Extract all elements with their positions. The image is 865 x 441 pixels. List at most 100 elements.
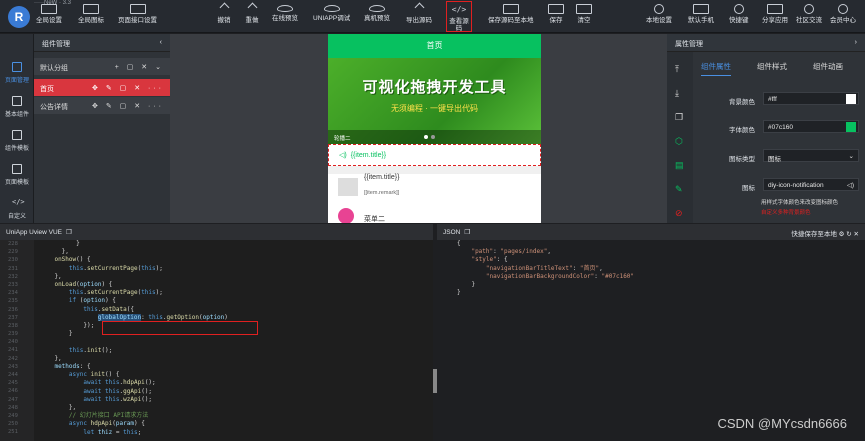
toolbar-page-api[interactable]: 页面接口设置 <box>118 2 157 25</box>
line-number: 242 <box>8 355 18 362</box>
line-number: 250 <box>8 421 18 428</box>
move-bottom-icon[interactable]: ⤓ <box>675 88 679 99</box>
component-icon[interactable]: ⬡ <box>675 136 683 147</box>
toolbar-global-icons[interactable]: 全局图标 <box>78 2 104 25</box>
speaker-icon: ◁) <box>339 152 347 159</box>
collapse-icon[interactable]: ‹ <box>160 39 162 46</box>
rail-custom[interactable]: </> 自定义 <box>0 198 34 220</box>
rail-basic-components[interactable]: 基本组件 <box>0 96 34 118</box>
swiper-dot <box>424 135 428 139</box>
edit-icon[interactable]: ✎ <box>675 184 683 195</box>
json-content[interactable]: { "path": "pages/index", "style": { "nav… <box>457 240 857 297</box>
copy-icon[interactable]: ❐ <box>675 112 683 123</box>
rail-page-management[interactable]: 页面管理 <box>0 62 34 84</box>
line-number: 229 <box>8 249 18 256</box>
document-icon[interactable]: ▤ <box>675 160 684 171</box>
trash-icon <box>576 4 592 14</box>
api-icon <box>129 4 146 14</box>
icon-input[interactable]: diy-icon-notification ◁) <box>763 178 859 191</box>
tab-component-animation[interactable]: 组件动画 <box>813 61 843 72</box>
template-icon <box>12 130 22 140</box>
color-swatch[interactable] <box>846 94 856 104</box>
property-panel-title: 属性管理 › <box>667 34 865 52</box>
toolbar-save[interactable]: 保存 <box>548 2 564 25</box>
tab-component-style[interactable]: 组件样式 <box>757 61 787 72</box>
toolbar-uniapp-debug[interactable]: UNIAPP调试 <box>313 2 350 23</box>
code-content[interactable]: } }, onShow() { this.setCurrentPage(this… <box>40 240 430 437</box>
phone-title-bar: 首页 <box>328 34 541 58</box>
line-number: 231 <box>8 265 18 272</box>
component-panel: 组件管理 ‹ 默认分组 + ▢ ✕ ⌄ 首页 ✥ ✎ ▢ ✕ ··· 公告详情 ✥ ✎ … <box>34 34 170 223</box>
delete-icon[interactable]: ⊘ <box>675 208 683 219</box>
font-color-input[interactable]: #07c160 <box>763 120 859 133</box>
toolbar-redo[interactable]: 重做 <box>244 2 260 25</box>
line-number: 245 <box>8 380 18 387</box>
toolbar-global-settings[interactable]: 全局设置 <box>36 2 62 25</box>
rail-page-templates[interactable]: 页面模板 <box>0 164 34 186</box>
speaker-icon: ◁) <box>846 182 854 189</box>
toolbar-save-local[interactable]: 保存源码至本地 <box>488 2 534 25</box>
gear-icon[interactable]: ⚙ <box>839 231 845 238</box>
highlight-box <box>102 321 258 335</box>
tab-component-props[interactable]: 组件属性 <box>701 61 731 76</box>
toolbar-view-source[interactable]: </> 查看源码 <box>446 1 472 32</box>
page-item-home[interactable]: 首页 ✥ ✎ ▢ ✕ ··· <box>34 79 170 96</box>
image-icon <box>83 4 99 14</box>
notice-bar[interactable]: ◁) {{item.title}} <box>328 144 541 166</box>
toolbar-shortcuts[interactable]: 快捷键 <box>729 2 749 25</box>
move-top-icon[interactable]: ⤒ <box>675 64 679 75</box>
line-number: 249 <box>8 412 18 419</box>
prop-label-icon-type: 图标类型 <box>729 156 755 163</box>
json-actions: 快捷保存至本地 ⚙ ↻ ✕ <box>791 228 859 238</box>
line-number: 248 <box>8 404 18 411</box>
banner-title: 可视化拖拽开发工具 <box>362 79 507 96</box>
group-row[interactable]: 默认分组 + ▢ ✕ ⌄ <box>34 58 170 75</box>
save-icon <box>548 4 564 14</box>
component-icon <box>12 96 22 106</box>
page-actions-icons[interactable]: ✥ ✎ ▢ ✕ ··· <box>92 102 164 110</box>
toolbar-community[interactable]: 社区交流 <box>796 2 822 25</box>
prop-label-bg-color: 背景颜色 <box>729 99 755 106</box>
copy-icon[interactable]: ❐ <box>464 229 470 236</box>
toolbar-clear[interactable]: 清空 <box>576 2 592 25</box>
toolbar-default-phone[interactable]: 默认手机 <box>688 2 714 25</box>
toolbar-member-center[interactable]: 会员中心 <box>830 2 856 25</box>
toolbar-online-preview[interactable]: 在线预览 <box>272 2 298 23</box>
swiper-banner[interactable]: 可视化拖拽开发工具 无须编程 · 一键导出代码 轮播二 <box>328 58 541 144</box>
toolbar-local-settings[interactable]: 本地设置 <box>646 2 672 25</box>
code-editor[interactable]: UniApp Uview VUE ❐ 228 229 230 231 232 233 234 2… <box>0 224 437 441</box>
save-icon <box>502 4 519 14</box>
rail-component-templates[interactable]: 组件模板 <box>0 130 34 152</box>
undo-icon <box>216 4 232 14</box>
bg-color-input[interactable]: #fff <box>763 92 859 105</box>
page-item-notice[interactable]: 公告详情 ✥ ✎ ▢ ✕ ··· <box>34 97 170 114</box>
refresh-icon[interactable]: ↻ <box>846 231 851 238</box>
color-swatch[interactable] <box>846 122 856 132</box>
save-local-button[interactable]: 快捷保存至本地 <box>791 231 837 238</box>
collapse-icon[interactable]: › <box>855 39 857 46</box>
line-number: 234 <box>8 290 18 297</box>
toolbar-share-app[interactable]: 分享应用 <box>762 2 788 25</box>
editor-header: UniApp Uview VUE ❐ <box>0 224 433 240</box>
toolbar-export-source[interactable]: 导出源码 <box>406 2 432 25</box>
page-icon <box>12 62 22 72</box>
gear-icon <box>654 4 664 14</box>
group-actions-icons[interactable]: + ▢ ✕ ⌄ <box>115 63 164 71</box>
line-number: 251 <box>8 429 18 436</box>
line-number: 239 <box>8 331 18 338</box>
line-number: 228 <box>8 241 18 247</box>
user-icon <box>838 4 848 14</box>
copy-icon[interactable]: ❐ <box>66 229 72 236</box>
json-panel[interactable]: JSON ❐ 快捷保存至本地 ⚙ ↻ ✕ { "path": "pages/inde… <box>437 224 865 441</box>
icon-type-select[interactable]: 图标 ⌄ <box>763 149 859 163</box>
toolbar-device-preview[interactable]: 真机预览 <box>364 2 390 23</box>
toolbar-undo[interactable]: 撤销 <box>216 2 232 25</box>
close-icon[interactable]: ✕ <box>854 231 859 238</box>
page-actions-icons[interactable]: ✥ ✎ ▢ ✕ ··· <box>92 84 164 92</box>
eye-icon <box>369 5 385 12</box>
banner-caption: 轮播二 <box>328 130 541 144</box>
list-item-remark: [[item.remark]] <box>364 190 400 196</box>
json-header: JSON ❐ 快捷保存至本地 ⚙ ↻ ✕ <box>437 224 865 240</box>
line-number: 237 <box>8 314 18 321</box>
line-number: 236 <box>8 306 18 313</box>
